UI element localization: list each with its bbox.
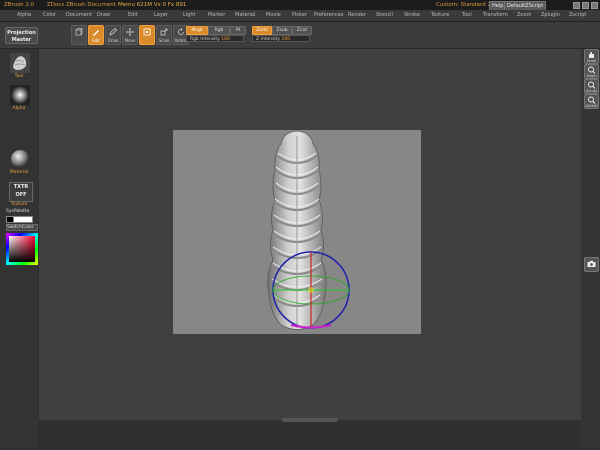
menu-draw[interactable]: Draw bbox=[97, 10, 110, 21]
left-palette: Tool Alpha Material TXTR OFF Texture Sys… bbox=[0, 49, 38, 450]
alpha-label[interactable]: Alpha bbox=[0, 106, 38, 111]
move-arrows-icon bbox=[126, 28, 134, 36]
draw-label: Draw bbox=[107, 38, 119, 43]
actual-label: Actual bbox=[586, 89, 597, 93]
edit-label: Edit bbox=[92, 38, 100, 43]
right-palette: Scroll Zoom Actual AAHalf bbox=[581, 49, 600, 450]
menu-stroke[interactable]: Stroke bbox=[404, 10, 420, 21]
aahalf-button[interactable]: AAHalf bbox=[584, 94, 599, 109]
menu-preferences[interactable]: Preferences bbox=[314, 10, 343, 21]
menu-zplugin[interactable]: Zplugin bbox=[541, 10, 560, 21]
toolbar: Edit Draw Move Scale Rotate Mrgb Rgb M Z… bbox=[0, 22, 600, 49]
menu-bar: Alpha Color Document Draw Edit Layer Lig… bbox=[0, 10, 600, 22]
menu-movie[interactable]: Movie bbox=[266, 10, 281, 21]
mrgb-button[interactable]: Mrgb bbox=[186, 26, 208, 35]
menu-transform[interactable]: Transform bbox=[483, 10, 508, 21]
move-label: Move bbox=[124, 38, 136, 43]
zoom-button[interactable]: Zoom bbox=[584, 64, 599, 79]
tool-thumbnail-icon[interactable] bbox=[10, 53, 30, 73]
m-button[interactable]: M bbox=[230, 26, 246, 35]
alpha-thumbnail-icon[interactable] bbox=[10, 85, 30, 105]
app-title: ZBrush 2.0 bbox=[4, 2, 35, 8]
texture-off-button[interactable]: TXTR OFF bbox=[9, 182, 33, 202]
menu-zoom[interactable]: Zoom bbox=[517, 10, 531, 21]
pencil-icon bbox=[109, 28, 117, 36]
scale-icon bbox=[160, 28, 168, 36]
draw-button[interactable]: Draw bbox=[105, 25, 121, 45]
rotate-icon bbox=[178, 28, 184, 35]
menu-stencil[interactable]: Stencil bbox=[376, 10, 393, 21]
material-sphere-icon[interactable] bbox=[10, 149, 30, 169]
menu-render[interactable]: Render bbox=[348, 10, 366, 21]
toolbar-3d-copy-button[interactable] bbox=[71, 25, 87, 45]
menu-tool[interactable]: Tool bbox=[462, 10, 472, 21]
hand-icon bbox=[589, 52, 594, 58]
rgb-intensity-slider[interactable]: Rgb Intensity 100 bbox=[186, 35, 244, 42]
z-intensity-slider[interactable]: Z Intensity 100 bbox=[252, 35, 310, 42]
menu-color[interactable]: Color bbox=[43, 10, 56, 21]
camera-icon bbox=[587, 260, 596, 267]
maximize-icon[interactable] bbox=[582, 2, 589, 9]
z-intensity-value: 100 bbox=[281, 37, 291, 42]
rotate-gizmo[interactable] bbox=[272, 251, 350, 329]
zoom-label: Zoom bbox=[586, 74, 597, 78]
menu-document[interactable]: Document bbox=[66, 10, 92, 21]
cube-icon bbox=[75, 28, 83, 36]
menu-layer[interactable]: Layer bbox=[154, 10, 168, 21]
menu-light[interactable]: Light bbox=[183, 10, 195, 21]
brush-icon bbox=[93, 30, 99, 36]
magnifier-icon bbox=[588, 66, 596, 74]
projection-master-button[interactable]: Projection Master bbox=[5, 27, 38, 44]
magnifier-half-icon bbox=[588, 96, 596, 104]
rgb-intensity-value: 100 bbox=[221, 37, 230, 42]
minimize-icon[interactable] bbox=[573, 2, 580, 9]
aahalf-label: AAHalf bbox=[585, 104, 598, 108]
menu-alpha[interactable]: Alpha bbox=[17, 10, 31, 21]
move-button[interactable]: Move bbox=[122, 25, 138, 45]
rgb-intensity-label: Rgb Intensity bbox=[190, 37, 220, 42]
menu-texture[interactable]: Texture bbox=[431, 10, 449, 21]
menu-zscript[interactable]: Zscript bbox=[569, 10, 586, 21]
scale-label: Scale bbox=[158, 38, 170, 43]
z-intensity-label: Z Intensity bbox=[256, 37, 281, 42]
shelf-handle[interactable] bbox=[282, 418, 338, 422]
off-text: OFF bbox=[15, 192, 27, 198]
material-label[interactable]: Material bbox=[0, 170, 38, 175]
txtr-text: TXTR bbox=[13, 184, 29, 190]
rgb-button[interactable]: Rgb bbox=[208, 26, 230, 35]
camera-button[interactable] bbox=[584, 257, 599, 272]
magnifier-actual-icon bbox=[588, 81, 596, 89]
zadd-button[interactable]: Zadd bbox=[252, 26, 272, 35]
menu-material[interactable]: Material bbox=[235, 10, 255, 21]
active-orange-button[interactable] bbox=[139, 25, 155, 45]
zcut-button[interactable]: Zcut bbox=[292, 26, 312, 35]
sculpted-model[interactable] bbox=[173, 130, 421, 334]
actual-button[interactable]: Actual bbox=[584, 79, 599, 94]
menu-edit[interactable]: Edit bbox=[128, 10, 138, 21]
scale-button[interactable]: Scale bbox=[156, 25, 172, 45]
menu-picker[interactable]: Picker bbox=[292, 10, 307, 21]
scale-box-icon bbox=[143, 28, 151, 36]
texture-label[interactable]: Texture bbox=[0, 202, 38, 207]
scroll-label: Scroll bbox=[586, 59, 597, 63]
document-title: ZDocs ZBrush Document bbox=[47, 2, 116, 8]
tool-label[interactable]: Tool bbox=[0, 74, 38, 79]
switch-color-button[interactable]: SwitchColor bbox=[6, 224, 38, 231]
document-canvas[interactable] bbox=[173, 130, 421, 334]
scroll-button[interactable]: Scroll bbox=[584, 49, 599, 64]
zsub-button[interactable]: Zsub bbox=[272, 26, 292, 35]
menu-marker[interactable]: Marker bbox=[208, 10, 225, 21]
bottom-shelf bbox=[39, 420, 581, 450]
custom-ui-label[interactable]: Custom: Standard 2.0 bbox=[436, 0, 496, 10]
memory-readout: Memu 621M Vx 0 Fx 891 bbox=[118, 2, 187, 8]
edit-button[interactable]: Edit bbox=[88, 25, 104, 45]
secondary-color-swatch[interactable] bbox=[13, 216, 33, 223]
close-icon[interactable] bbox=[591, 2, 598, 9]
color-picker[interactable] bbox=[6, 233, 38, 265]
